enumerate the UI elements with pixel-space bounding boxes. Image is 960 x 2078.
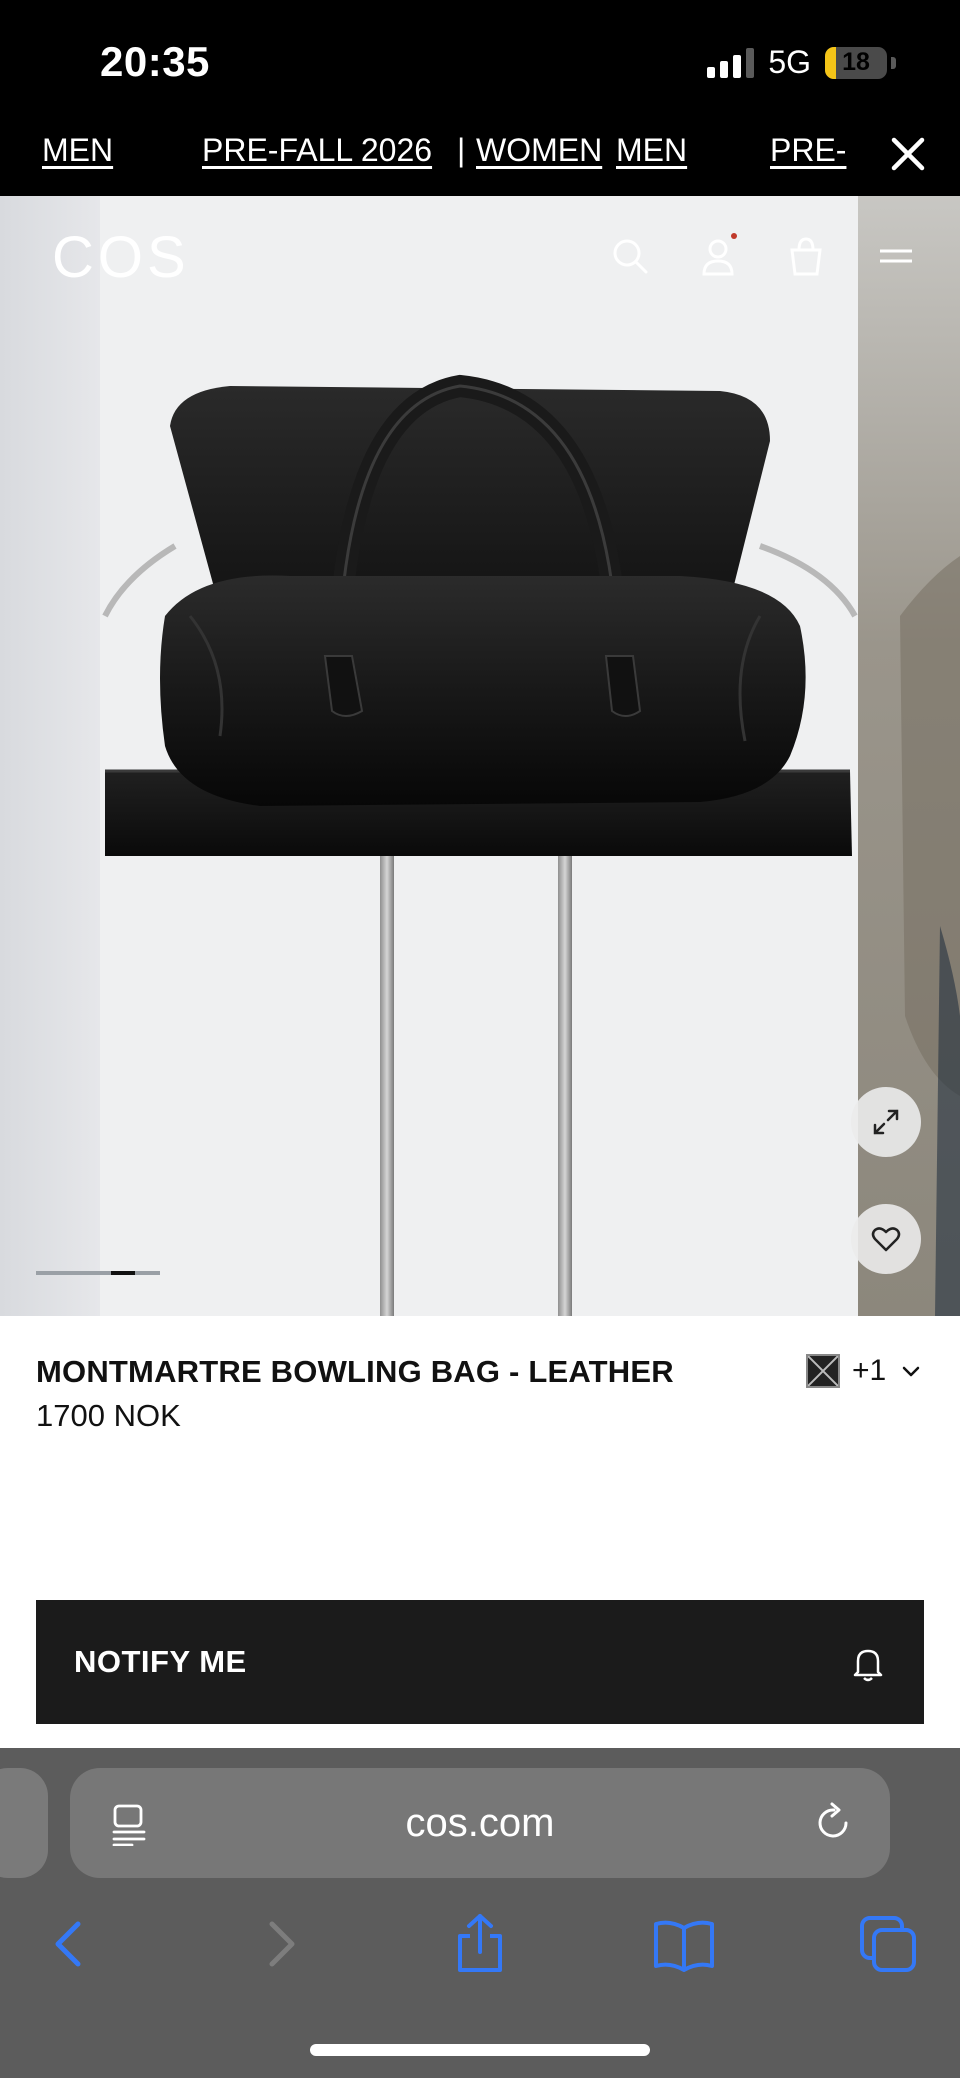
notify-me-button[interactable]: NOTIFY ME bbox=[36, 1600, 924, 1724]
bag-icon[interactable] bbox=[782, 232, 830, 280]
back-icon[interactable] bbox=[40, 1912, 104, 1976]
status-indicators: 5G 18 bbox=[707, 44, 896, 81]
status-time: 20:35 bbox=[100, 38, 210, 85]
promo-link-pre-fall[interactable]: PRE-FALL 2026 bbox=[202, 132, 432, 169]
expand-image-button[interactable] bbox=[851, 1087, 921, 1157]
reload-icon[interactable] bbox=[812, 1801, 856, 1845]
promo-link-men[interactable]: MEN bbox=[42, 132, 113, 169]
forward-icon[interactable] bbox=[246, 1912, 310, 1976]
battery-icon: 18 bbox=[825, 46, 887, 79]
carousel-progress-thumb bbox=[111, 1271, 135, 1275]
product-price: 1700 NOK bbox=[36, 1398, 181, 1433]
promo-link-men-2[interactable]: MEN bbox=[616, 132, 687, 169]
expand-icon bbox=[873, 1109, 899, 1135]
wishlist-button[interactable] bbox=[851, 1204, 921, 1274]
promo-link-women[interactable]: WOMEN bbox=[476, 132, 602, 169]
color-swatch-black[interactable] bbox=[806, 1354, 840, 1388]
url-text: cos.com bbox=[405, 1801, 555, 1845]
battery-level: 18 bbox=[842, 48, 870, 76]
previous-tab-preview[interactable] bbox=[0, 1768, 48, 1878]
promo-banner: MEN PRE-FALL 2026 | WOMEN MEN PRE- bbox=[0, 112, 960, 196]
tabs-icon[interactable] bbox=[856, 1912, 920, 1976]
chevron-down-icon[interactable] bbox=[900, 1360, 922, 1382]
menu-icon[interactable] bbox=[872, 232, 920, 280]
share-icon[interactable] bbox=[448, 1912, 512, 1976]
swatch-count: +1 bbox=[852, 1354, 887, 1387]
search-icon[interactable] bbox=[606, 232, 654, 280]
account-icon[interactable] bbox=[694, 232, 742, 280]
bell-icon bbox=[853, 1649, 883, 1682]
product-name: MONTMARTRE BOWLING BAG - LEATHER bbox=[36, 1354, 674, 1389]
unavailable-icon bbox=[808, 1356, 838, 1386]
signal-icon bbox=[707, 47, 755, 78]
browser-toolbar: cos.com bbox=[0, 1748, 960, 2078]
home-indicator bbox=[310, 2044, 650, 2056]
promo-link-pre-fall-2[interactable]: PRE- bbox=[770, 132, 846, 169]
product-photo-illustration bbox=[102, 374, 960, 1316]
heart-icon bbox=[871, 1227, 901, 1252]
promo-separator: | bbox=[457, 132, 466, 168]
notification-dot bbox=[731, 233, 737, 239]
address-bar[interactable]: cos.com bbox=[70, 1768, 890, 1878]
product-image-carousel[interactable] bbox=[0, 196, 960, 1316]
carousel-progress bbox=[36, 1271, 160, 1275]
color-selector[interactable]: +1 bbox=[806, 1354, 922, 1388]
close-icon[interactable] bbox=[884, 130, 932, 178]
cos-logo[interactable]: COS bbox=[52, 224, 190, 291]
notify-me-label: NOTIFY ME bbox=[74, 1644, 247, 1679]
site-header: COS bbox=[0, 196, 960, 316]
bookmarks-icon[interactable] bbox=[652, 1912, 716, 1976]
status-bar: 20:35 5G 18 bbox=[0, 0, 960, 112]
battery-cap bbox=[891, 56, 896, 69]
network-type: 5G bbox=[768, 44, 811, 80]
